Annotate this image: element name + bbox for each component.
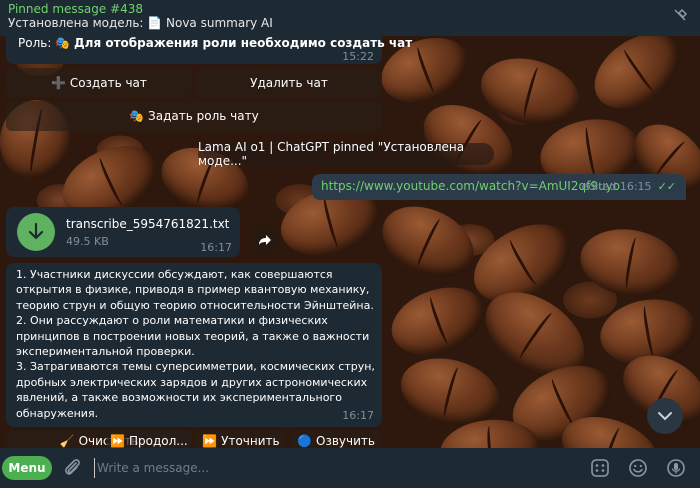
edited-time: edited 16:15 bbox=[581, 180, 652, 193]
role-bold-text: Для отображения роли необходимо создать … bbox=[73, 36, 413, 50]
delete-chat-button[interactable]: Удалить чат bbox=[196, 68, 382, 98]
role-text: Роль: 🎭 Для отображения роли необходимо … bbox=[18, 36, 413, 50]
set-role-button[interactable]: 🎭 Задать роль чату bbox=[6, 101, 382, 131]
voice-button[interactable]: 🔵 Озвучить bbox=[290, 430, 382, 450]
download-icon[interactable] bbox=[17, 213, 55, 251]
role-message-time: 15:22 bbox=[342, 50, 374, 63]
menu-button[interactable]: Menu bbox=[2, 456, 52, 480]
voice-icon: 🔵 bbox=[297, 434, 312, 448]
read-ticks-icon: ✓✓ bbox=[657, 180, 676, 193]
message-input[interactable] bbox=[94, 458, 554, 478]
bot-commands-icon[interactable] bbox=[588, 456, 612, 480]
file-name[interactable]: transcribe_5954761821.txt bbox=[66, 217, 229, 231]
emoji-icon[interactable] bbox=[626, 456, 650, 480]
forward-icon[interactable] bbox=[250, 225, 280, 255]
summary-time: 16:17 bbox=[342, 409, 374, 422]
broom-icon: 🧹 bbox=[59, 434, 75, 448]
pinned-text: Установлена модель: 📄 Nova summary AI bbox=[8, 16, 273, 30]
summary-text: 1. Участники дискуссии обсуждают, как со… bbox=[16, 268, 375, 420]
message-meta: edited 16:15 ✓✓ bbox=[581, 180, 676, 193]
chevron-down-icon bbox=[658, 412, 672, 421]
pinned-message-bar[interactable]: Pinned message #438 Установлена модель: … bbox=[0, 0, 700, 36]
pinned-title: Pinned message #438 bbox=[8, 2, 144, 16]
summary-message: 1. Участники дискуссии обсуждают, как со… bbox=[6, 263, 382, 427]
message-input-bar: Menu bbox=[0, 448, 700, 488]
service-pinned-notice[interactable]: Lama AI o1 | ChatGPT pinned "Установлена… bbox=[198, 140, 494, 168]
paperclip-icon[interactable] bbox=[62, 457, 82, 482]
create-chat-button[interactable]: ➕ Создать чат bbox=[6, 68, 192, 98]
file-size: 49.5 KB bbox=[66, 235, 109, 248]
role-emoji: 🎭 bbox=[55, 36, 71, 50]
unpin-icon[interactable] bbox=[672, 8, 688, 26]
file-message: transcribe_5954761821.txt 49.5 KB 16:17 bbox=[6, 207, 240, 257]
youtube-link[interactable]: https://www.youtube.com/watch?v=AmUI2qf9… bbox=[321, 179, 620, 193]
microphone-icon[interactable] bbox=[664, 456, 688, 480]
continue-button[interactable]: ⏩ Продол... bbox=[106, 430, 192, 450]
file-time: 16:17 bbox=[200, 241, 232, 254]
clarify-button[interactable]: ⏩ Уточнить bbox=[196, 430, 286, 450]
scroll-down-button[interactable] bbox=[647, 398, 683, 434]
outgoing-message: https://www.youtube.com/watch?v=AmUI2qf9… bbox=[312, 174, 686, 200]
